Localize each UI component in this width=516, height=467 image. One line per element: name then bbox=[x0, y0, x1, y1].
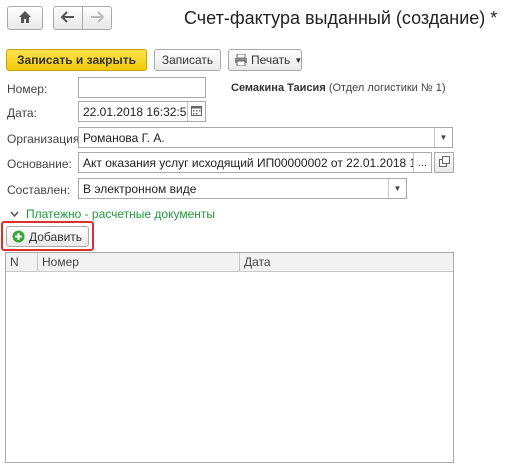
print-button[interactable]: Печать ▼ bbox=[228, 49, 302, 71]
dropdown-arrow-icon: ▼ bbox=[439, 133, 448, 142]
home-icon bbox=[18, 10, 32, 27]
save-and-close-button[interactable]: Записать и закрыть bbox=[6, 49, 147, 71]
print-label: Печать bbox=[251, 53, 291, 67]
date-field[interactable]: 22.01.2018 16:32:58 bbox=[78, 101, 206, 122]
basis-open-button[interactable] bbox=[434, 152, 454, 173]
back-arrow-icon bbox=[60, 10, 75, 26]
column-header-number[interactable]: Номер bbox=[38, 253, 240, 272]
responsible-text: Семакина Таисия (Отдел логистики № 1) bbox=[231, 82, 446, 94]
add-button[interactable]: Добавить bbox=[6, 226, 89, 247]
dropdown-arrow-icon: ▼ bbox=[393, 184, 402, 193]
responsible-name: Семакина Таисия bbox=[231, 82, 326, 94]
column-header-n[interactable]: N bbox=[6, 253, 38, 272]
composed-field[interactable]: В электронном виде ▼ bbox=[78, 178, 407, 199]
forward-button[interactable] bbox=[82, 6, 112, 30]
composed-dropdown-button[interactable]: ▼ bbox=[388, 179, 406, 198]
payment-section-toggle[interactable]: Платежно - расчетные документы bbox=[8, 207, 215, 221]
basis-value: Акт оказания услуг исходящий ИП00000002 … bbox=[83, 155, 432, 170]
payment-section-title: Платежно - расчетные документы bbox=[26, 207, 216, 221]
composed-label: Составлен: bbox=[7, 183, 71, 197]
basis-label: Основание: bbox=[7, 157, 72, 171]
payment-documents-table[interactable]: N Номер Дата bbox=[5, 252, 454, 463]
chevron-down-icon: ▼ bbox=[294, 55, 303, 65]
date-value: 22.01.2018 16:32:58 bbox=[83, 104, 194, 119]
number-field[interactable] bbox=[78, 77, 206, 98]
organization-field[interactable]: Романова Г. А. ▼ bbox=[78, 127, 453, 148]
calendar-button[interactable] bbox=[187, 102, 205, 121]
forward-arrow-icon bbox=[90, 10, 105, 26]
organization-value: Романова Г. А. bbox=[83, 130, 165, 145]
basis-select-button[interactable]: ... bbox=[413, 153, 431, 172]
column-header-date[interactable]: Дата bbox=[240, 253, 453, 272]
add-icon bbox=[12, 230, 25, 243]
chevron-down-icon bbox=[8, 208, 20, 220]
open-icon bbox=[438, 155, 450, 170]
save-button[interactable]: Записать bbox=[154, 49, 221, 71]
calendar-icon bbox=[191, 105, 202, 119]
basis-field[interactable]: Акт оказания услуг исходящий ИП00000002 … bbox=[78, 152, 432, 173]
page-title: Счет-фактура выданный (создание) * bbox=[184, 8, 498, 28]
composed-value: В электронном виде bbox=[83, 181, 197, 196]
organization-dropdown-button[interactable]: ▼ bbox=[434, 128, 452, 147]
home-button[interactable] bbox=[7, 6, 43, 30]
back-button[interactable] bbox=[53, 6, 83, 30]
printer-icon bbox=[234, 54, 248, 66]
add-label: Добавить bbox=[29, 229, 83, 244]
number-label: Номер: bbox=[7, 82, 48, 96]
date-label: Дата: bbox=[7, 106, 37, 120]
responsible-dept: (Отдел логистики № 1) bbox=[328, 82, 446, 94]
organization-label: Организация: bbox=[7, 132, 83, 146]
